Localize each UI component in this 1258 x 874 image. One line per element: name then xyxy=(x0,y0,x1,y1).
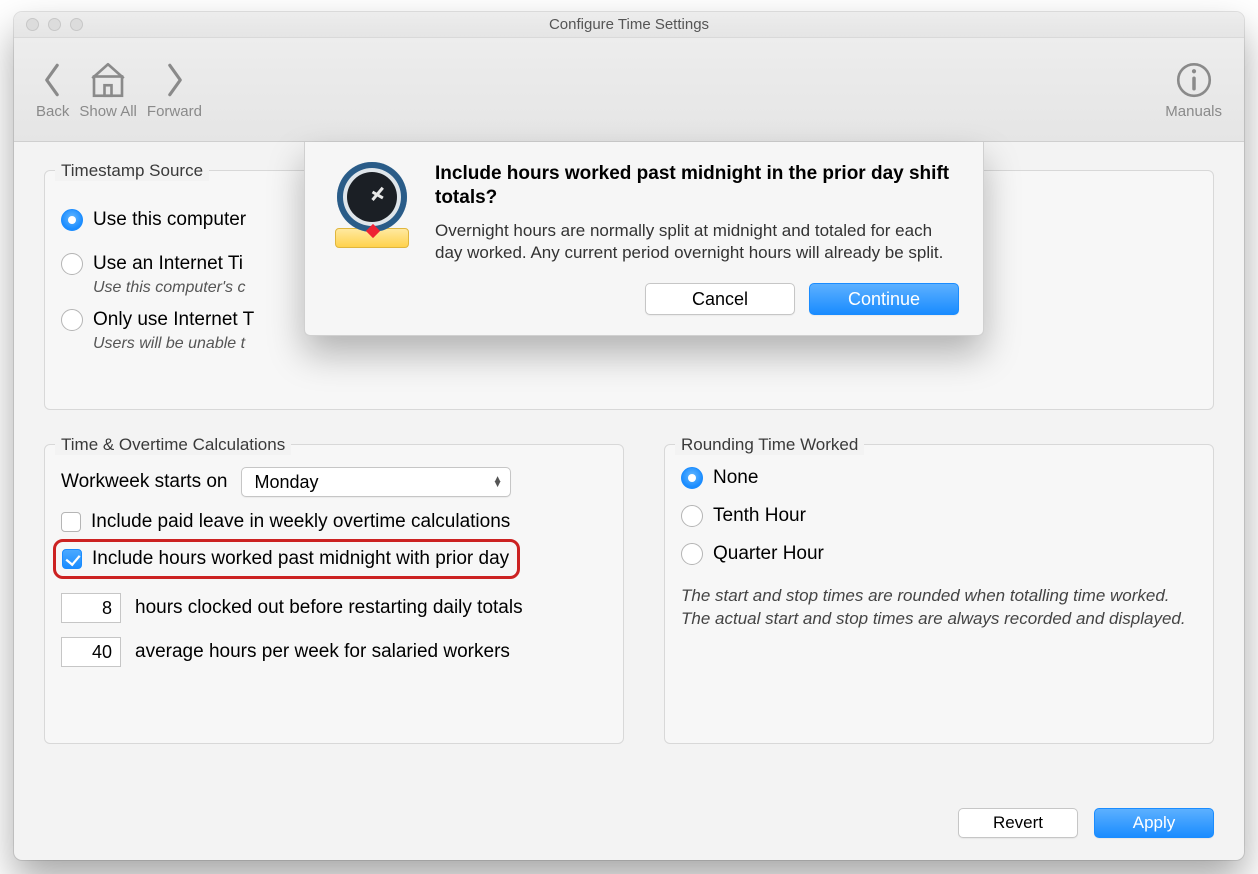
radio-label: Tenth Hour xyxy=(713,505,806,527)
hours-before-restart-input[interactable] xyxy=(61,593,121,623)
workweek-select[interactable]: Monday ▲▼ xyxy=(241,467,511,497)
timestamp-source-label: Timestamp Source xyxy=(55,161,209,181)
modal-body-text: Overnight hours are normally split at mi… xyxy=(435,220,959,266)
radio-label: Quarter Hour xyxy=(713,543,824,565)
footer-buttons: Revert Apply xyxy=(958,808,1214,838)
radio-label: Use an Internet Ti xyxy=(93,253,243,275)
back-label: Back xyxy=(36,103,69,120)
forward-label: Forward xyxy=(147,103,202,120)
avg-hours-input[interactable] xyxy=(61,637,121,667)
radio-icon xyxy=(61,209,83,231)
overtime-calc-group: Time & Overtime Calculations Workweek st… xyxy=(44,444,624,744)
show-all-button[interactable]: Show All xyxy=(79,59,137,120)
workweek-starts-label: Workweek starts on xyxy=(61,471,227,493)
modal-title: Include hours worked past midnight in th… xyxy=(435,162,959,210)
radio-icon xyxy=(681,543,703,565)
radio-label: Only use Internet T xyxy=(93,309,254,331)
avg-hours-label: average hours per week for salaried work… xyxy=(135,641,510,663)
hours-before-restart-label: hours clocked out before restarting dail… xyxy=(135,597,523,619)
checkbox-icon xyxy=(61,512,81,532)
radio-label: Use this computer xyxy=(93,209,246,231)
radio-rounding-quarter[interactable]: Quarter Hour xyxy=(681,543,1197,565)
checkbox-label: Include paid leave in weekly overtime ca… xyxy=(91,511,510,533)
radio-rounding-none[interactable]: None xyxy=(681,467,1197,489)
apply-button[interactable]: Apply xyxy=(1094,808,1214,838)
radio-icon xyxy=(681,467,703,489)
checkbox-icon xyxy=(62,549,82,569)
confirm-sheet: Include hours worked past midnight in th… xyxy=(304,142,984,336)
toolbar: Back Show All Forward Manuals xyxy=(14,38,1244,142)
rounding-label: Rounding Time Worked xyxy=(675,435,864,455)
preferences-window: Configure Time Settings Back Show All Fo… xyxy=(14,12,1244,860)
checkbox-label: Include hours worked past midnight with … xyxy=(92,548,509,570)
checkbox-include-past-midnight[interactable]: Include hours worked past midnight with … xyxy=(62,548,509,570)
back-button[interactable]: Back xyxy=(36,59,69,120)
revert-button[interactable]: Revert xyxy=(958,808,1078,838)
radio-label: None xyxy=(713,467,758,489)
radio-icon xyxy=(61,253,83,275)
cancel-button[interactable]: Cancel xyxy=(645,283,795,315)
radio-icon xyxy=(681,505,703,527)
clock-app-icon xyxy=(329,162,415,248)
radio-icon xyxy=(61,309,83,331)
checkbox-include-paid-leave[interactable]: Include paid leave in weekly overtime ca… xyxy=(61,511,607,533)
show-all-label: Show All xyxy=(79,103,137,120)
forward-button[interactable]: Forward xyxy=(147,59,202,120)
highlight-annotation: Include hours worked past midnight with … xyxy=(53,539,520,579)
titlebar: Configure Time Settings xyxy=(14,12,1244,38)
rounding-group: Rounding Time Worked None Tenth Hour xyxy=(664,444,1214,744)
rounding-hint: The start and stop times are rounded whe… xyxy=(681,585,1197,631)
manuals-label: Manuals xyxy=(1165,103,1222,120)
overtime-calc-label: Time & Overtime Calculations xyxy=(55,435,291,455)
continue-button[interactable]: Continue xyxy=(809,283,959,315)
chevron-up-down-icon: ▲▼ xyxy=(493,477,503,487)
window-title: Configure Time Settings xyxy=(14,16,1244,33)
manuals-button[interactable]: Manuals xyxy=(1165,59,1222,120)
radio-rounding-tenth[interactable]: Tenth Hour xyxy=(681,505,1197,527)
radio-hint: Users will be unable t xyxy=(93,335,1197,353)
workweek-value: Monday xyxy=(254,472,318,493)
